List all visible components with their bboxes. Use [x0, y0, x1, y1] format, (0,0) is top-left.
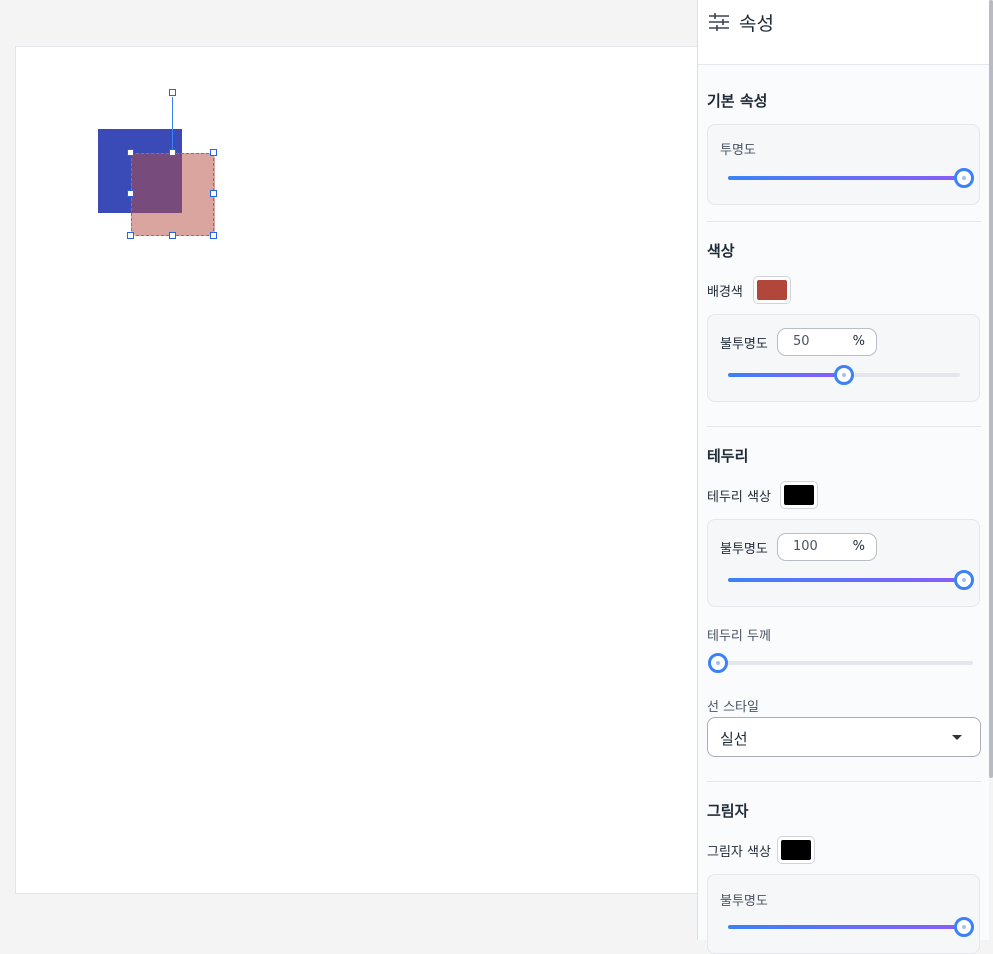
slider-fill — [728, 578, 964, 582]
slider-fill — [728, 373, 844, 377]
line-style-label: 선 스타일 — [707, 700, 759, 715]
line-style-value: 실선 — [720, 730, 748, 748]
border-opacity-unit: % — [852, 539, 865, 554]
border-opacity-slider[interactable] — [728, 570, 974, 590]
shadow-opacity-label: 불투명도 — [720, 894, 768, 909]
border-section-title: 테두리 — [707, 447, 749, 465]
border-opacity-label: 불투명도 — [720, 542, 768, 557]
panel-header: 속성 — [698, 0, 989, 65]
color-opacity-slider[interactable] — [728, 365, 960, 385]
chevron-down-icon — [952, 735, 962, 740]
shadow-color-fill — [781, 840, 811, 860]
sliders-icon — [709, 13, 729, 31]
color-section-title: 색상 — [707, 242, 735, 260]
slider-thumb[interactable] — [954, 168, 974, 188]
basic-opacity-label: 투명도 — [720, 143, 756, 158]
color-opacity-card: 불투명도 50 % — [707, 314, 980, 402]
resize-handle-right[interactable] — [210, 190, 217, 197]
resize-handle-bottom-right[interactable] — [210, 232, 217, 239]
basic-section-title: 기본 속성 — [707, 92, 768, 110]
color-opacity-label: 불투명도 — [720, 337, 768, 352]
border-opacity-input[interactable]: 100 % — [777, 533, 877, 561]
properties-panel: 속성 기본 속성 투명도 색상 배경색 불투명도 50 % 테두리 테두리 색상… — [697, 0, 989, 954]
basic-opacity-card: 투명도 — [707, 124, 980, 205]
shadow-opacity-card: 불투명도 — [707, 874, 980, 954]
divider — [707, 221, 981, 222]
divider — [707, 781, 981, 782]
border-color-fill — [784, 485, 814, 505]
shadow-opacity-slider[interactable] — [728, 917, 974, 937]
color-opacity-unit: % — [852, 334, 865, 349]
resize-handle-bottom[interactable] — [169, 232, 176, 239]
selection-box — [131, 153, 214, 236]
border-opacity-card: 불투명도 100 % — [707, 519, 980, 607]
shadow-color-swatch[interactable] — [777, 836, 815, 864]
basic-opacity-slider[interactable] — [728, 168, 974, 188]
bg-color-swatch[interactable] — [753, 276, 791, 304]
slider-thumb[interactable] — [834, 365, 854, 385]
border-color-swatch[interactable] — [780, 481, 818, 509]
bg-color-label: 배경색 — [707, 285, 743, 300]
slider-thumb[interactable] — [954, 917, 974, 937]
shadow-section-title: 그림자 — [707, 802, 749, 820]
divider — [707, 426, 981, 427]
rotation-handle[interactable] — [169, 89, 176, 96]
shadow-color-label: 그림자 색상 — [707, 845, 771, 860]
border-width-slider[interactable] — [708, 653, 973, 673]
border-width-label: 테두리 두께 — [707, 629, 771, 644]
bg-color-fill — [757, 280, 787, 300]
slider-thumb[interactable] — [708, 653, 728, 673]
border-opacity-value: 100 — [793, 539, 818, 554]
panel-scrollbar[interactable] — [989, 0, 993, 778]
slider-fill — [728, 176, 964, 180]
slider-thumb[interactable] — [954, 570, 974, 590]
resize-handle-left[interactable] — [127, 190, 134, 197]
resize-handle-bottom-left[interactable] — [127, 232, 134, 239]
border-color-label: 테두리 색상 — [707, 490, 771, 505]
rotation-handle-line — [172, 97, 173, 153]
color-opacity-value: 50 — [793, 334, 810, 349]
resize-handle-top-right[interactable] — [210, 149, 217, 156]
line-style-select[interactable]: 실선 — [707, 717, 981, 757]
color-opacity-input[interactable]: 50 % — [777, 328, 877, 356]
panel-title: 속성 — [739, 13, 774, 35]
resize-handle-top[interactable] — [169, 149, 176, 156]
slider-fill — [728, 925, 964, 929]
resize-handle-top-left[interactable] — [127, 149, 134, 156]
